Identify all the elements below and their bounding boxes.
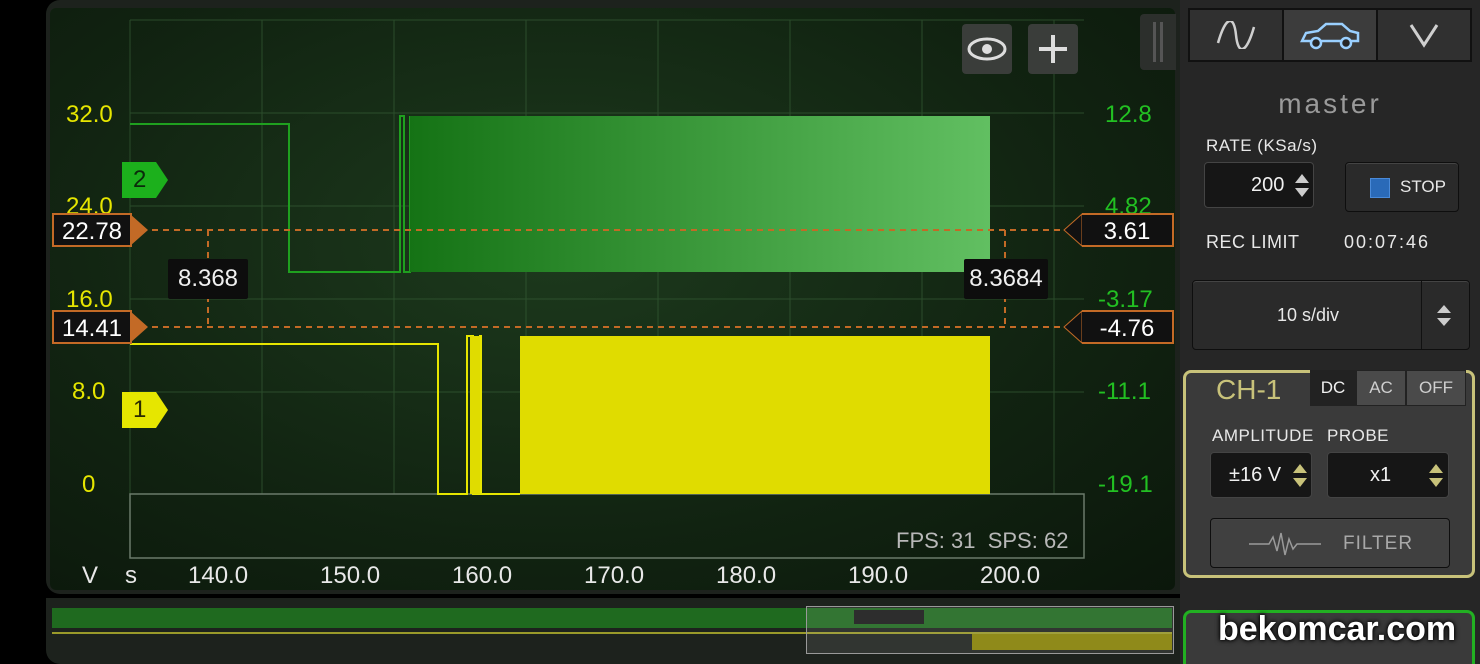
x-tick: 160.0 [452, 562, 513, 589]
ch1-trace [130, 335, 990, 495]
x-tick: 150.0 [320, 562, 381, 589]
y-left-tick: 0 [82, 471, 96, 498]
y-left-tick: 8.0 [72, 378, 106, 405]
x-tick: 200.0 [980, 562, 1041, 589]
rate-label: RATE (KSa/s) [1206, 136, 1318, 155]
timebase-select[interactable]: 10 s/div [1192, 280, 1470, 350]
x-tick: 140.0 [188, 562, 249, 589]
mode-title: master [1278, 88, 1382, 119]
y-right-tick: 12.8 [1105, 101, 1152, 128]
x-tick: 180.0 [716, 562, 777, 589]
cursor-handle-bottom-right [1063, 309, 1083, 345]
ch2-trace [130, 115, 990, 273]
chevron-down-icon [1409, 24, 1439, 48]
overview-ch1-burst [972, 634, 1172, 650]
rec-limit-value: 00:07:46 [1344, 232, 1431, 252]
timebase-stepper-icon [1437, 305, 1451, 326]
stop-label: STOP [1400, 177, 1446, 196]
overview-strip[interactable] [46, 598, 1180, 664]
cursor-handle-top-left [130, 214, 148, 246]
watermark: bekomcar.com [1218, 610, 1457, 648]
coupling-dc[interactable]: DC [1310, 370, 1356, 406]
cursor-value-top-left[interactable]: 22.78 [52, 213, 132, 247]
rate-stepper-icon[interactable] [1294, 172, 1310, 200]
coupling-ac[interactable]: AC [1356, 370, 1406, 406]
panel-drag-handle[interactable] [1140, 14, 1176, 70]
waveform-filter-icon [1249, 532, 1321, 556]
stop-icon [1370, 178, 1390, 198]
probe-value: x1 [1370, 463, 1392, 486]
filter-label: FILTER [1343, 533, 1414, 554]
y-left-tick: 32.0 [66, 101, 113, 128]
x-tick: 170.0 [584, 562, 645, 589]
tab-scope[interactable] [1188, 8, 1284, 62]
x-tick: 190.0 [848, 562, 909, 589]
tab-menu[interactable] [1376, 8, 1472, 62]
probe-stepper-icon[interactable] [1428, 462, 1444, 490]
y-unit-label: V [82, 562, 99, 589]
ch1-title: CH-1 [1216, 374, 1282, 405]
cursor-value-top-right[interactable]: 3.61 [1082, 213, 1174, 247]
timebase-value: 10 s/div [1276, 305, 1340, 325]
filter-button[interactable]: FILTER [1210, 518, 1450, 568]
stop-button[interactable]: STOP [1345, 162, 1459, 212]
rec-limit-label: REC LIMIT [1206, 232, 1300, 252]
cursor-value-bottom-right[interactable]: -4.76 [1082, 310, 1174, 344]
amplitude-label: AMPLITUDE [1212, 426, 1314, 445]
probe-label: PROBE [1327, 426, 1390, 445]
cursor-handle-bottom-left [130, 311, 148, 343]
cursor-delta-left: 8.368 [168, 259, 248, 299]
y-right-tick: -11.1 [1098, 378, 1151, 405]
add-button[interactable] [1028, 24, 1078, 74]
fps-sps-readout: FPS: 31 SPS: 62 [896, 528, 1069, 553]
cursor-delta-right: 8.3684 [964, 259, 1048, 299]
cursor-value-bottom-left[interactable]: 14.41 [52, 310, 132, 344]
car-icon [1299, 22, 1360, 50]
y-right-tick: -19.1 [1098, 471, 1153, 498]
plus-icon [1039, 35, 1067, 63]
ch2-marker-label: 2 [133, 166, 147, 193]
cursor-handle-top-right [1063, 212, 1083, 248]
eye-icon [967, 37, 1007, 61]
ch1-marker-label: 1 [133, 396, 147, 423]
rate-value: 200 [1251, 173, 1285, 196]
amplitude-stepper-icon[interactable] [1292, 462, 1308, 490]
waveform-canvas[interactable] [0, 0, 1180, 600]
sine-wave-icon [1216, 21, 1256, 49]
x-unit-label: s [125, 562, 137, 589]
coupling-off[interactable]: OFF [1406, 370, 1466, 406]
amplitude-value: ±16 V [1229, 463, 1282, 486]
eye-button[interactable] [962, 24, 1012, 74]
overview-gap [854, 610, 924, 624]
tab-vehicle[interactable] [1282, 8, 1378, 62]
